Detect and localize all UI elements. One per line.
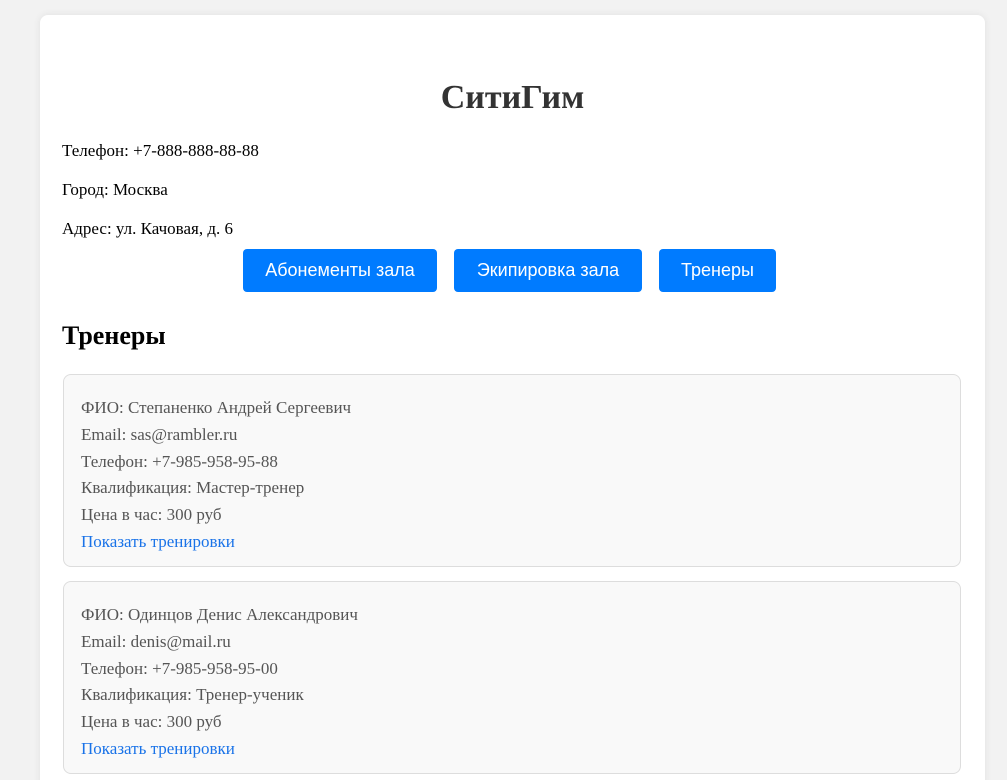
equipment-button[interactable]: Экипировка зала — [454, 249, 642, 292]
trainer-fio: ФИО: Одинцов Денис Александрович — [81, 605, 358, 624]
trainer-email: Email: denis@mail.ru — [81, 631, 231, 651]
gym-page-card: СитиГим Телефон: +7-888-888-88-88 Город:… — [40, 15, 985, 780]
trainer-price: Цена в час: 300 руб — [81, 712, 222, 732]
trainer-email: Email: sas@rambler.ru — [81, 424, 238, 444]
trainers-button[interactable]: Тренеры — [659, 249, 776, 292]
gym-address: Адрес: ул. Качовая, д. 6 — [62, 219, 233, 238]
trainers-section-title: Тренеры — [62, 321, 166, 350]
show-workouts-link[interactable]: Показать тренировки — [81, 529, 351, 556]
trainer-qualification: Квалификация: Мастер-тренер — [81, 478, 305, 498]
trainer-qualification: Квалификация: Тренер-ученик — [81, 685, 304, 705]
gym-title: СитиГим — [440, 79, 585, 116]
trainer-fields: ФИО: Одинцов Денис Александрович Email: … — [81, 602, 358, 763]
show-workouts-link[interactable]: Показать тренировки — [81, 736, 358, 763]
gym-phone: Телефон: +7-888-888-88-88 — [62, 141, 259, 160]
memberships-button[interactable]: Абонементы зала — [243, 249, 437, 292]
trainer-card: ФИО: Степаненко Андрей Сергеевич Email: … — [63, 374, 961, 567]
trainer-card: ФИО: Одинцов Денис Александрович Email: … — [63, 581, 961, 774]
trainer-phone: Телефон: +7-985-958-95-88 — [81, 451, 278, 471]
nav-buttons: Абонементы зала Экипировка зала Тренеры — [40, 249, 985, 292]
trainer-price: Цена в час: 300 руб — [81, 505, 222, 525]
gym-city: Город: Москва — [62, 180, 168, 199]
trainer-fields: ФИО: Степаненко Андрей Сергеевич Email: … — [81, 395, 351, 556]
trainer-phone: Телефон: +7-985-958-95-00 — [81, 658, 278, 678]
trainer-fio: ФИО: Степаненко Андрей Сергеевич — [81, 398, 352, 417]
